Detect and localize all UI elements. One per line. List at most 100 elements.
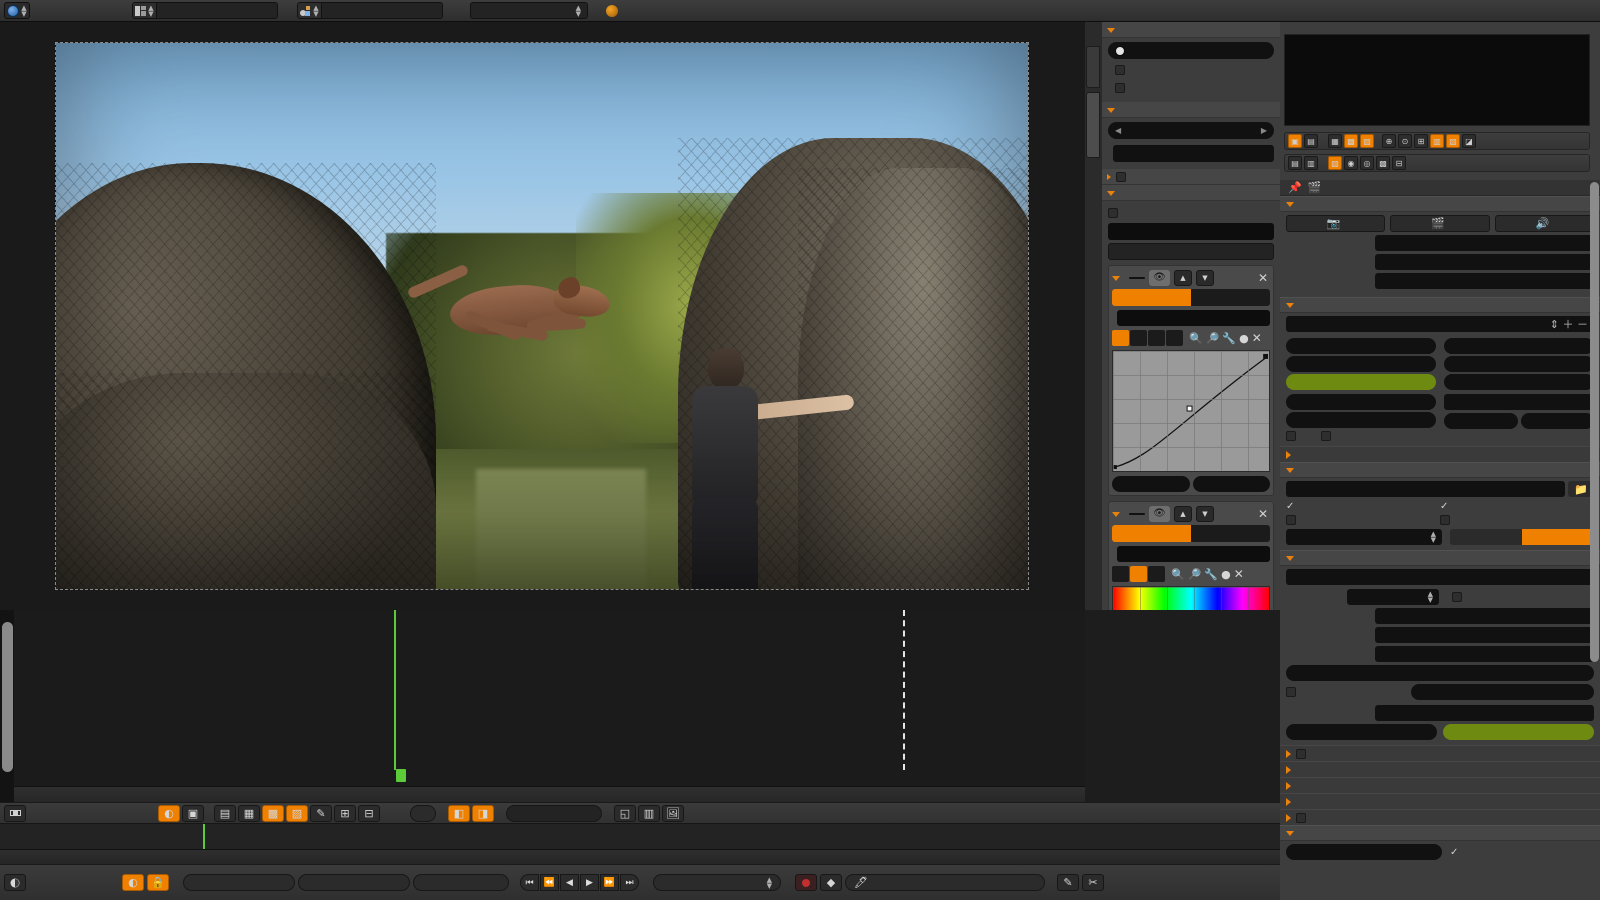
timeline-editor[interactable] bbox=[0, 824, 1280, 864]
show-overexposed-slider[interactable]: ◀ ▶ bbox=[1108, 122, 1274, 139]
slot-icon[interactable]: ▧ bbox=[1446, 134, 1460, 148]
eye-icon[interactable]: 👁 bbox=[1149, 269, 1170, 286]
end-frame-field[interactable] bbox=[298, 874, 410, 891]
section-light-paths[interactable] bbox=[1280, 793, 1600, 809]
section-output[interactable] bbox=[1280, 462, 1600, 478]
tab-strip[interactable] bbox=[1112, 289, 1191, 306]
render-presets-dropdown[interactable]: ⇕ ＋ － bbox=[1286, 316, 1594, 332]
properties-scrollbar[interactable] bbox=[1590, 182, 1599, 662]
use-linear-modifiers-row[interactable] bbox=[1108, 205, 1274, 221]
mask-field[interactable] bbox=[1117, 310, 1270, 326]
marker-region-icon[interactable]: ⊟ bbox=[358, 804, 380, 822]
section-geometry[interactable] bbox=[1280, 777, 1600, 793]
copy-keyframes-icon[interactable]: ✎ bbox=[1057, 874, 1079, 891]
copy-to-selected-strips-button[interactable] bbox=[1108, 243, 1274, 260]
tab-strip[interactable] bbox=[1112, 525, 1191, 542]
pin-icon[interactable]: 📌 bbox=[1288, 181, 1302, 194]
lock-icon[interactable]: 🔒 bbox=[147, 874, 169, 891]
overwrite-checkbox[interactable]: ✓ bbox=[1286, 501, 1440, 512]
jump-start-icon[interactable]: ⏮ bbox=[520, 874, 539, 891]
point-icon[interactable]: ● bbox=[1221, 568, 1231, 581]
sequencer-playhead[interactable] bbox=[394, 610, 396, 770]
overlay-icon[interactable]: ▦ bbox=[238, 804, 260, 822]
zoom-icon[interactable]: ⊕ bbox=[1382, 134, 1396, 148]
delete-modifier-icon[interactable]: ✕ bbox=[1258, 271, 1270, 285]
scope-sample-icon[interactable]: ◎ bbox=[1360, 156, 1374, 170]
section-modifiers[interactable] bbox=[1102, 185, 1280, 201]
view-mode-icon[interactable]: ▤ bbox=[1288, 156, 1302, 170]
render-animation-button[interactable]: 🎬 bbox=[1390, 215, 1490, 232]
section-film[interactable] bbox=[1280, 825, 1600, 841]
chevron-down-icon[interactable] bbox=[1112, 511, 1120, 517]
channel-v-button[interactable] bbox=[1148, 566, 1165, 582]
bitrate-field[interactable] bbox=[1286, 724, 1437, 740]
chevron-left-icon[interactable]: ◀ bbox=[1115, 126, 1121, 135]
section-scene-preview-render[interactable] bbox=[1102, 22, 1280, 38]
rgb-button[interactable] bbox=[1522, 529, 1594, 545]
speed-dropdown[interactable] bbox=[1375, 646, 1594, 662]
section-motion-blur[interactable] bbox=[1280, 809, 1600, 825]
feature-set-dropdown[interactable] bbox=[1375, 254, 1594, 270]
tab-strip[interactable] bbox=[1086, 46, 1100, 88]
section-metadata[interactable] bbox=[1280, 446, 1600, 462]
chevron-down-icon[interactable] bbox=[1112, 275, 1120, 281]
wrench-icon[interactable]: 🔧 bbox=[1222, 332, 1236, 345]
aspect-x-field[interactable] bbox=[1286, 394, 1436, 410]
scope-waveform-icon[interactable]: ▨ bbox=[1360, 134, 1374, 148]
section-view-settings[interactable] bbox=[1102, 102, 1280, 118]
move-down-icon[interactable]: ▼ bbox=[1196, 269, 1214, 286]
menu-window[interactable] bbox=[82, 0, 104, 22]
channel-s-button[interactable] bbox=[1130, 566, 1147, 582]
chevron-right-icon[interactable]: ▶ bbox=[1261, 126, 1267, 135]
auto-keyframe-icon[interactable] bbox=[795, 874, 817, 891]
proxy-render-icon[interactable]: ◧ bbox=[448, 804, 470, 822]
only-selected-channels-icon[interactable]: ◐ bbox=[122, 874, 144, 891]
next-keyframe-icon[interactable]: ⏩ bbox=[600, 874, 619, 891]
play-reverse-icon[interactable]: ◀ bbox=[560, 874, 579, 891]
tab-modifiers[interactable] bbox=[1086, 92, 1100, 158]
delete-point-icon[interactable]: ✕ bbox=[1252, 331, 1264, 345]
volume-field[interactable] bbox=[1443, 724, 1594, 740]
option-textured-solid[interactable] bbox=[1108, 62, 1274, 78]
sequencer-preview[interactable] bbox=[0, 22, 1085, 610]
editor-type-icon[interactable]: ▣ bbox=[1288, 134, 1302, 148]
menu-help[interactable] bbox=[104, 0, 126, 22]
curve-widget[interactable] bbox=[1112, 350, 1270, 472]
move-down-icon[interactable]: ▼ bbox=[1196, 505, 1214, 522]
paint-mode-icon[interactable]: ▥ bbox=[1304, 156, 1318, 170]
add-strip-modifier-button[interactable] bbox=[1108, 223, 1274, 240]
timeline-ruler[interactable] bbox=[0, 849, 1280, 864]
snap-icon[interactable]: ⊞ bbox=[334, 804, 356, 822]
curve-x-value[interactable] bbox=[1112, 476, 1190, 492]
crop-checkbox[interactable] bbox=[1321, 431, 1342, 441]
prev-keyframe-icon[interactable]: ⏪ bbox=[540, 874, 559, 891]
start-frame-field[interactable] bbox=[1444, 338, 1594, 354]
quality-dropdown[interactable] bbox=[1375, 627, 1594, 643]
view-type-preview-icon[interactable]: ▣ bbox=[182, 804, 204, 822]
menu-file[interactable] bbox=[38, 0, 60, 22]
aspect-y-field[interactable] bbox=[1286, 412, 1436, 428]
container-dropdown[interactable]: ▲ ▼ bbox=[1347, 589, 1439, 605]
section-safe-areas[interactable] bbox=[1102, 169, 1280, 185]
freestyle-checkbox[interactable] bbox=[1296, 748, 1306, 759]
keying-set-icon[interactable]: ◆ bbox=[820, 874, 842, 891]
color-icon[interactable]: ▨ bbox=[286, 804, 308, 822]
placeholders-checkbox[interactable] bbox=[1286, 515, 1440, 525]
option-depth-of-field[interactable] bbox=[1108, 80, 1274, 96]
snap-icon[interactable]: ⊞ bbox=[1414, 134, 1428, 148]
delete-modifier-icon[interactable]: ✕ bbox=[1258, 507, 1270, 521]
view-type-sequencer-icon[interactable]: ◐ bbox=[158, 804, 180, 822]
bw-button[interactable] bbox=[1450, 529, 1522, 545]
proxy-setting-icon[interactable]: ◨ bbox=[472, 804, 494, 822]
eye-icon[interactable]: 👁 bbox=[1149, 505, 1170, 522]
delete-point-icon[interactable]: ✕ bbox=[1234, 567, 1246, 581]
autosplit-checkbox[interactable] bbox=[1452, 592, 1473, 602]
editor-type-icon[interactable] bbox=[4, 874, 26, 891]
zoom-out-icon[interactable]: 🔎 bbox=[1206, 332, 1220, 345]
hue-correct-widget[interactable] bbox=[1112, 586, 1270, 610]
sequencer-vertical-scrollbar[interactable] bbox=[2, 622, 13, 772]
bframes-slider[interactable] bbox=[1411, 684, 1594, 700]
audio-codec-dropdown[interactable] bbox=[1375, 705, 1594, 721]
transparent-checkbox[interactable]: ✓ bbox=[1450, 847, 1594, 858]
render-audio-button[interactable]: 🔊 bbox=[1494, 215, 1594, 232]
